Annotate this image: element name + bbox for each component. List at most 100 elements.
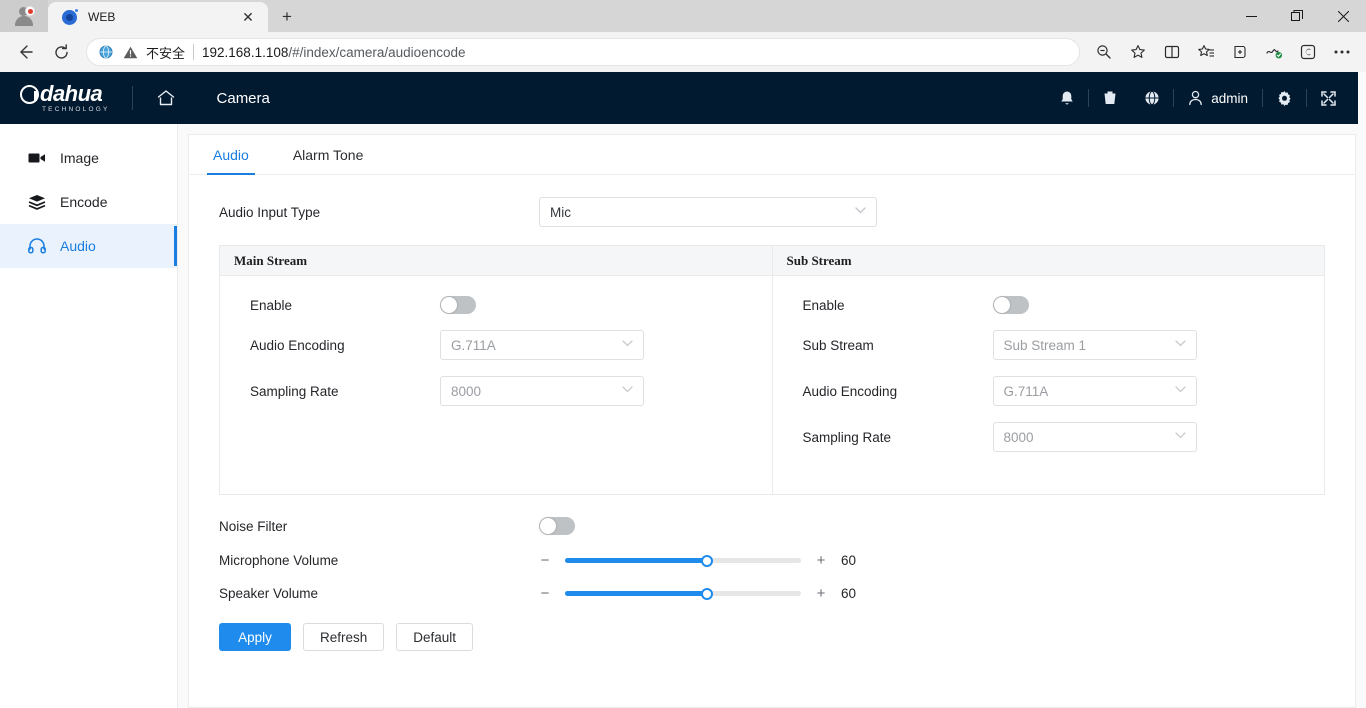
- stream-panels: Main Stream Enable Audio Encoding: [219, 245, 1325, 495]
- microphone-volume-control: − + 60: [539, 553, 871, 568]
- chevron-down-icon: [1175, 432, 1186, 442]
- sub-sampling-rate-select[interactable]: 8000: [993, 422, 1197, 452]
- fullscreen-icon[interactable]: [1307, 86, 1350, 110]
- microphone-volume-value: 60: [841, 553, 871, 568]
- bell-icon[interactable]: [1046, 86, 1088, 110]
- sidebar-item-encode[interactable]: Encode: [0, 180, 177, 224]
- user-menu[interactable]: admin: [1174, 90, 1262, 106]
- apply-button[interactable]: Apply: [219, 623, 291, 651]
- app-body: Image Encode Audio: [0, 124, 1366, 708]
- sub-stream-select-row: Sub Stream Sub Stream 1: [803, 330, 1325, 360]
- copilot-icon[interactable]: [1292, 37, 1324, 67]
- sub-stream-label: Sub Stream: [803, 338, 993, 353]
- sub-stream-value: Sub Stream 1: [1004, 338, 1087, 353]
- browser-tab[interactable]: WEB ✕: [48, 2, 268, 32]
- username-label: admin: [1211, 91, 1248, 106]
- tab-alarm-tone[interactable]: Alarm Tone: [287, 135, 370, 174]
- header-divider: [132, 86, 133, 110]
- avatar-notification-badge: [25, 6, 35, 16]
- restore-icon[interactable]: [1274, 0, 1320, 32]
- avatar-body: [15, 16, 33, 26]
- default-button[interactable]: Default: [396, 623, 473, 651]
- page-scrollbar[interactable]: [1358, 72, 1366, 708]
- window-close-icon[interactable]: [1320, 0, 1366, 32]
- speaker-volume-control: − + 60: [539, 586, 871, 601]
- sidebar-item-audio[interactable]: Audio: [0, 224, 177, 268]
- gear-icon[interactable]: [1263, 86, 1306, 110]
- zoom-out-icon[interactable]: [1088, 37, 1120, 67]
- sub-stream-select[interactable]: Sub Stream 1: [993, 330, 1197, 360]
- sidebar-item-label: Image: [60, 150, 99, 166]
- sidebar-item-label: Encode: [60, 194, 107, 210]
- headphones-icon: [28, 237, 46, 255]
- sidebar-item-label: Audio: [60, 238, 96, 254]
- main-enable-row: Enable: [250, 296, 772, 314]
- close-icon[interactable]: ✕: [236, 5, 260, 29]
- sub-sampling-rate-label: Sampling Rate: [803, 430, 993, 445]
- speaker-volume-slider[interactable]: [565, 591, 801, 596]
- app-header: dahua TECHNOLOGY Camera: [0, 72, 1366, 124]
- favorite-star-icon[interactable]: [1122, 37, 1154, 67]
- reload-icon[interactable]: [44, 37, 78, 67]
- main-sampling-rate-select[interactable]: 8000: [440, 376, 644, 406]
- globe-blue-icon: [62, 9, 78, 25]
- browser-essentials-icon[interactable]: [1258, 37, 1290, 67]
- toolbar-actions: [1088, 37, 1358, 67]
- audio-settings-panel: Audio Alarm Tone Audio Input Type Mic: [188, 134, 1356, 708]
- sub-enable-row: Enable: [803, 296, 1325, 314]
- speaker-volume-value: 60: [841, 586, 871, 601]
- tab-audio[interactable]: Audio: [207, 135, 255, 174]
- settings-more-icon[interactable]: [1326, 37, 1358, 67]
- audio-input-type-label: Audio Input Type: [219, 205, 539, 220]
- sub-stream-title: Sub Stream: [773, 246, 1325, 276]
- microphone-volume-decrease[interactable]: −: [539, 553, 551, 568]
- dahua-web-app: dahua TECHNOLOGY Camera: [0, 72, 1366, 708]
- chevron-down-icon: [1175, 386, 1186, 396]
- home-icon[interactable]: [155, 87, 177, 109]
- microphone-volume-row: Microphone Volume − + 60: [219, 553, 1325, 568]
- main-enable-toggle[interactable]: [440, 296, 476, 314]
- microphone-volume-slider[interactable]: [565, 558, 801, 563]
- main-stream-body: Enable Audio Encoding G.711A: [220, 276, 772, 472]
- page-title: Camera: [217, 90, 270, 107]
- audio-input-type-row: Audio Input Type Mic: [219, 197, 1325, 227]
- globe-icon[interactable]: [1131, 86, 1173, 110]
- address-bar[interactable]: 不安全 192.168.1.108/#/index/camera/audioen…: [86, 38, 1080, 66]
- video-camera-icon: [28, 149, 46, 167]
- noise-filter-label: Noise Filter: [219, 519, 539, 534]
- sidebar: Image Encode Audio: [0, 124, 178, 708]
- trash-icon[interactable]: [1089, 86, 1131, 110]
- audio-form: Audio Input Type Mic Main S: [189, 175, 1355, 675]
- speaker-volume-increase[interactable]: +: [815, 586, 827, 601]
- favorites-list-icon[interactable]: [1190, 37, 1222, 67]
- microphone-volume-increase[interactable]: +: [815, 553, 827, 568]
- split-screen-icon[interactable]: [1156, 37, 1188, 67]
- site-globe-icon: [97, 43, 115, 61]
- header-actions: admin: [1046, 86, 1350, 110]
- sub-audio-encoding-label: Audio Encoding: [803, 384, 993, 399]
- main-audio-encoding-label: Audio Encoding: [250, 338, 440, 353]
- dahua-logo: dahua TECHNOLOGY: [20, 83, 110, 114]
- main-stream-panel: Main Stream Enable Audio Encoding: [220, 246, 772, 494]
- profile-button[interactable]: [0, 0, 48, 32]
- audio-input-type-value: Mic: [550, 205, 571, 220]
- main-audio-encoding-select[interactable]: G.711A: [440, 330, 644, 360]
- audio-input-type-select[interactable]: Mic: [539, 197, 877, 227]
- noise-filter-toggle[interactable]: [539, 517, 575, 535]
- security-status-label: 不安全: [146, 43, 185, 62]
- main-sampling-rate-value: 8000: [451, 384, 481, 399]
- not-secure-warning-icon: [123, 46, 138, 59]
- collections-icon[interactable]: [1224, 37, 1256, 67]
- back-icon[interactable]: [8, 37, 42, 67]
- minimize-icon[interactable]: [1228, 0, 1274, 32]
- main-sampling-rate-row: Sampling Rate 8000: [250, 376, 772, 406]
- new-tab-button[interactable]: +: [272, 2, 302, 32]
- sub-audio-encoding-select[interactable]: G.711A: [993, 376, 1197, 406]
- speaker-volume-decrease[interactable]: −: [539, 586, 551, 601]
- refresh-button[interactable]: Refresh: [303, 623, 384, 651]
- sidebar-item-image[interactable]: Image: [0, 136, 177, 180]
- avatar: [14, 7, 34, 25]
- sub-enable-toggle[interactable]: [993, 296, 1029, 314]
- logo-a-mark: [20, 85, 39, 104]
- sub-stream-panel: Sub Stream Enable Sub Stream: [772, 246, 1325, 494]
